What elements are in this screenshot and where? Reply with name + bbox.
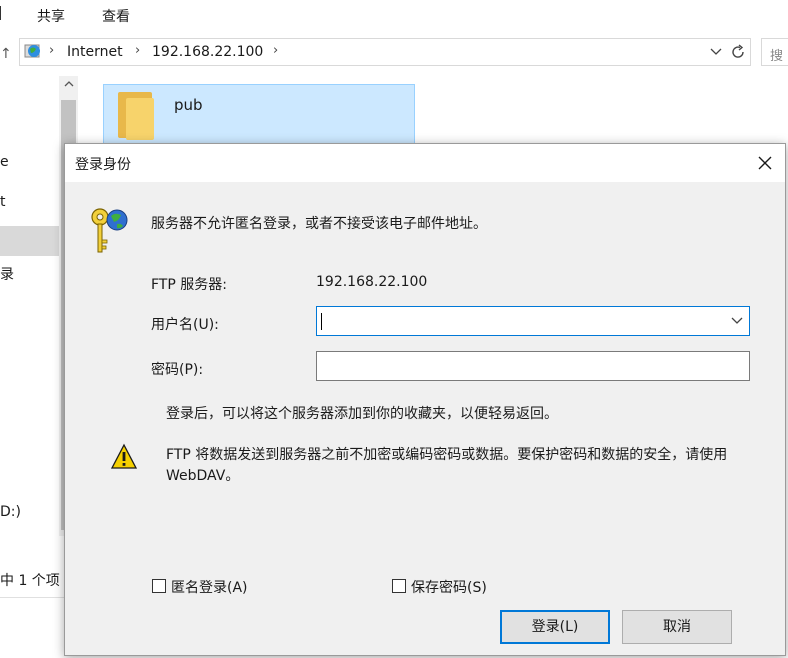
status-selection: 中 1 个项 <box>0 573 60 589</box>
anonymous-checkbox[interactable] <box>152 579 166 593</box>
dialog-message: 服务器不允许匿名登录，或者不接受该电子邮件地址。 <box>151 216 487 232</box>
dialog-titlebar <box>65 144 785 182</box>
cancel-button[interactable]: 取消 <box>622 610 732 644</box>
network-globe-icon <box>24 44 40 58</box>
warning-line-2: WebDAV。 <box>166 468 240 484</box>
anonymous-label[interactable]: 匿名登录(A) <box>171 577 248 597</box>
scroll-up-icon[interactable] <box>64 80 74 88</box>
file-item-label: pub <box>174 96 203 114</box>
username-label: 用户名(U): <box>151 317 219 333</box>
password-label: 密码(P): <box>151 362 204 378</box>
favorites-hint: 登录后，可以将这个服务器添加到你的收藏夹，以便轻易返回。 <box>166 406 558 422</box>
nav-item-drive[interactable]: D:) <box>0 504 21 520</box>
login-button[interactable]: 登录(L) <box>500 610 610 644</box>
text-caret <box>321 313 322 330</box>
warning-line-1: FTP 将数据发送到服务器之前不加密或编码密码或数据。要保护密码和数据的安全，请… <box>166 447 728 463</box>
breadcrumb-internet[interactable]: Internet <box>67 44 123 60</box>
breadcrumb-host[interactable]: 192.168.22.100 <box>152 44 263 60</box>
warning-icon <box>110 443 138 469</box>
nav-item-selected[interactable] <box>0 226 59 256</box>
chevron-down-icon[interactable] <box>710 47 722 57</box>
chevron-right-icon[interactable]: › <box>135 43 140 58</box>
ribbon-tab-view[interactable]: 查看 <box>102 6 130 26</box>
ribbon-tab-share[interactable]: 共享 <box>37 6 65 26</box>
folder-icon-front <box>126 98 154 140</box>
password-field[interactable] <box>316 351 750 381</box>
ribbon-tab-partial[interactable] <box>0 6 1 24</box>
ftp-server-label: FTP 服务器: <box>151 277 227 293</box>
key-globe-icon <box>91 208 128 253</box>
save-password-label[interactable]: 保存密码(S) <box>411 577 487 597</box>
close-icon[interactable] <box>751 150 779 176</box>
dialog-title: 登录身份 <box>75 157 131 173</box>
ftp-server-value: 192.168.22.100 <box>316 274 428 290</box>
chevron-down-icon[interactable] <box>731 313 743 327</box>
chevron-right-icon[interactable]: › <box>49 43 54 58</box>
refresh-icon[interactable] <box>730 44 746 60</box>
save-password-checkbox[interactable] <box>392 579 406 593</box>
username-combobox[interactable] <box>316 306 750 336</box>
nav-item[interactable]: e <box>0 154 9 170</box>
address-bar[interactable] <box>19 38 751 66</box>
nav-item[interactable]: 录 <box>0 264 14 284</box>
chevron-right-icon[interactable]: › <box>273 43 278 58</box>
nav-item[interactable]: t <box>0 194 6 210</box>
login-dialog: 登录身份 服务器不允许匿名登录，或者不接受该电子邮件地址。 FTP 服务器: 1… <box>64 143 786 656</box>
search-input[interactable]: 搜 <box>761 38 788 66</box>
status-divider <box>0 597 70 598</box>
up-arrow-icon[interactable]: ↑ <box>0 46 12 62</box>
